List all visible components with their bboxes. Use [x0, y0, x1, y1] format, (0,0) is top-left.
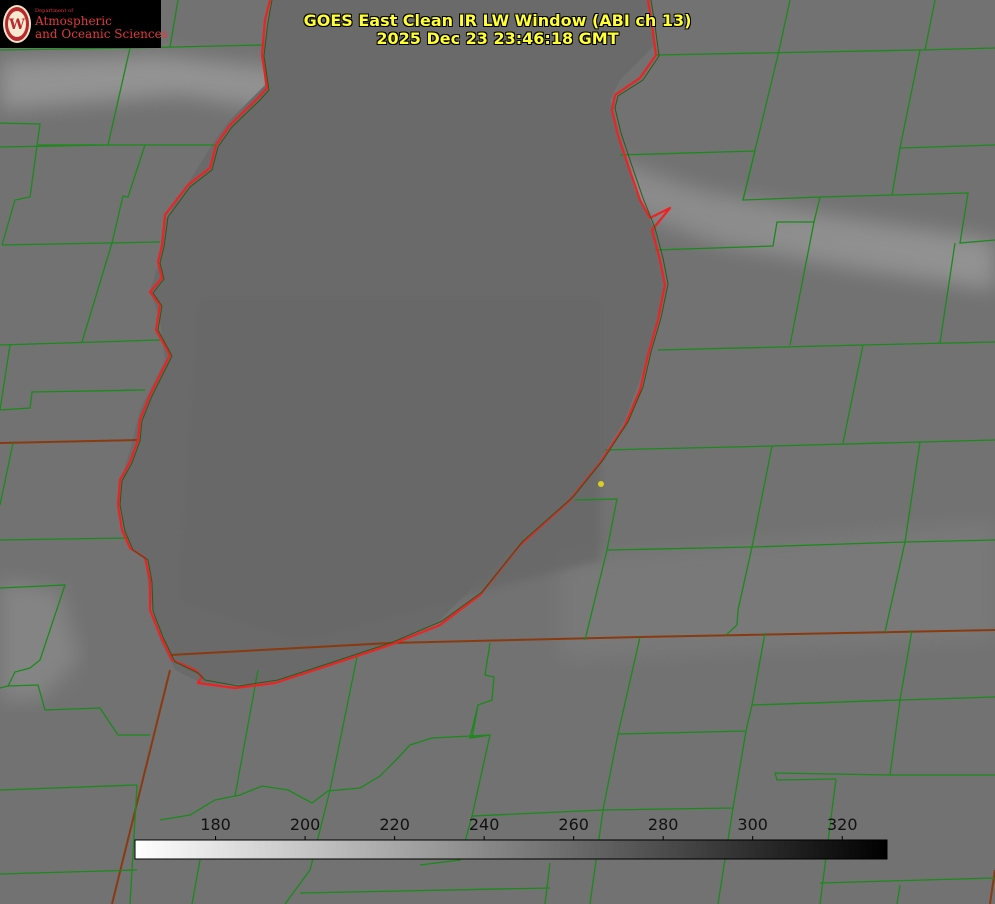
location-marker [598, 481, 604, 487]
satellite-map [0, 0, 995, 904]
colorbar-tick-label: 240 [468, 815, 500, 834]
colorbar-tick-label: 180 [200, 815, 231, 834]
image-title: GOES East Clean IR LW Window (ABI ch 13) [303, 11, 692, 30]
colorbar-tick-label: 220 [379, 815, 410, 834]
colorbar-tick-label: 300 [737, 815, 768, 834]
colorbar-tick-label: 320 [826, 815, 858, 834]
colorbar-tick-label: 260 [558, 815, 589, 834]
colorbar-tick-label: 280 [647, 815, 679, 834]
colorbar-tick-label: 200 [289, 815, 321, 834]
image-timestamp: 2025 Dec 23 23:46:18 GMT [376, 29, 619, 48]
colorbar [134, 839, 888, 860]
